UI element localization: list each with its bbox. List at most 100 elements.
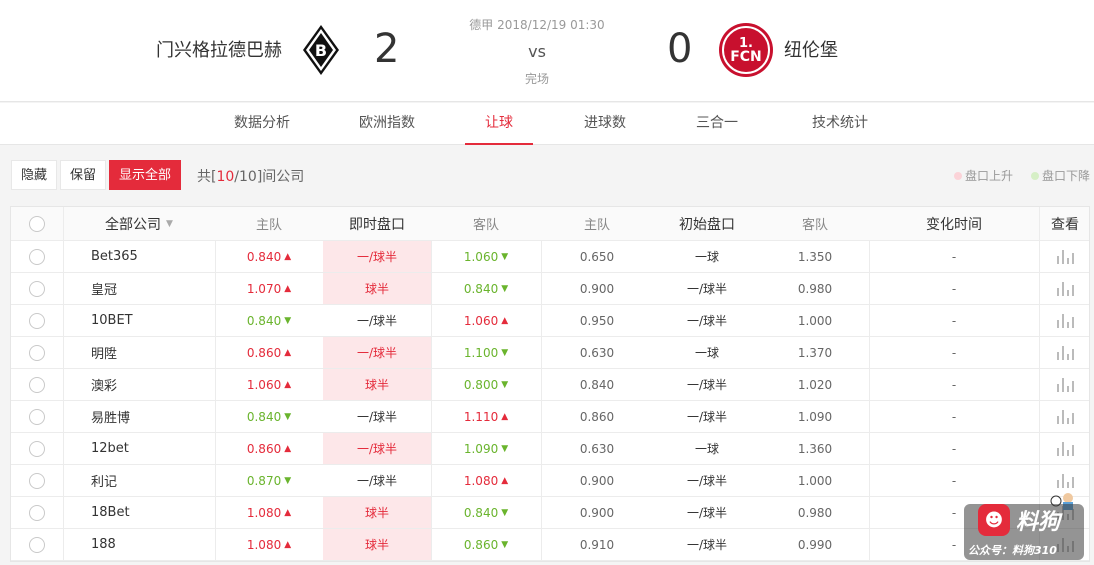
row-select-radio[interactable] xyxy=(29,408,45,425)
row-select-cell[interactable] xyxy=(11,497,63,528)
row-select-cell[interactable] xyxy=(11,401,63,432)
row-select-radio[interactable] xyxy=(29,472,45,489)
company-filter[interactable]: 全部公司 ▼ xyxy=(63,207,215,240)
hide-button[interactable]: 隐藏 xyxy=(11,160,58,190)
row-select-radio[interactable] xyxy=(29,376,45,393)
table-row[interactable]: 10BET 0.840 ▼ 一/球半 1.060 ▲ 0.950 一/球半 1.000 - xyxy=(11,305,1089,337)
live-home-value: 0.840 xyxy=(246,409,282,424)
live-home-value: 0.860 xyxy=(246,441,282,456)
home-team-logo[interactable]: B xyxy=(302,24,340,76)
row-select-radio[interactable] xyxy=(29,440,45,457)
bar-chart-icon[interactable] xyxy=(1056,441,1074,456)
arrow-down-icon: ▼ xyxy=(501,347,509,358)
view-chart-button[interactable] xyxy=(1039,305,1091,336)
table-row[interactable]: 澳彩 1.060 ▲ 球半 0.800 ▼ 0.840 一/球半 1.020 - xyxy=(11,369,1089,401)
company-name[interactable]: 12bet xyxy=(63,433,215,464)
row-select-radio[interactable] xyxy=(29,280,45,297)
row-select-cell[interactable] xyxy=(11,433,63,464)
row-select-radio[interactable] xyxy=(29,312,45,329)
tab-analysis[interactable]: 数据分析 xyxy=(222,103,302,145)
tab-handicap[interactable]: 让球 xyxy=(465,103,533,145)
init-home-value: 0.630 xyxy=(579,441,615,456)
arrow-down-icon: ▼ xyxy=(284,411,292,422)
column-divider xyxy=(1039,305,1040,336)
live-home-odds: 0.860 ▲ xyxy=(215,433,323,464)
view-chart-button[interactable] xyxy=(1039,433,1091,464)
live-home-odds: 0.860 ▲ xyxy=(215,337,323,368)
bar-chart-icon[interactable] xyxy=(1056,249,1074,264)
column-divider xyxy=(541,401,542,432)
select-all-cell[interactable] xyxy=(11,207,63,240)
company-name[interactable]: 利记 xyxy=(63,465,215,496)
company-name[interactable]: 明陞 xyxy=(63,337,215,368)
view-chart-button[interactable] xyxy=(1039,369,1091,400)
row-select-cell[interactable] xyxy=(11,337,63,368)
watermark: ☻ 料狗 公众号：料狗310 xyxy=(960,492,1094,565)
bar-chart-icon[interactable] xyxy=(1056,409,1074,424)
table-row[interactable]: 18Bet 1.080 ▲ 球半 0.840 ▼ 0.900 一/球半 0.980 - xyxy=(11,497,1089,529)
view-chart-button[interactable] xyxy=(1039,337,1091,368)
tab-three-in-one[interactable]: 三合一 xyxy=(684,103,750,145)
company-name[interactable]: 10BET xyxy=(63,305,215,336)
view-chart-button[interactable] xyxy=(1039,273,1091,304)
away-team-name[interactable]: 纽伦堡 xyxy=(784,36,838,62)
arrow-down-icon: ▼ xyxy=(284,475,292,486)
change-time-value: - xyxy=(951,313,957,328)
row-select-cell[interactable] xyxy=(11,465,63,496)
live-away-value: 1.060 xyxy=(463,313,499,328)
init-line-value: 一/球半 xyxy=(686,410,728,424)
bar-chart-icon[interactable] xyxy=(1056,281,1074,296)
table-row[interactable]: 皇冠 1.070 ▲ 球半 0.840 ▼ 0.900 一/球半 0.980 - xyxy=(11,273,1089,305)
company-name[interactable]: Bet365 xyxy=(63,241,215,272)
show-all-button[interactable]: 显示全部 xyxy=(109,160,182,190)
watermark-title: 料狗 xyxy=(1016,510,1061,535)
row-select-cell[interactable] xyxy=(11,529,63,560)
row-select-radio[interactable] xyxy=(29,344,45,361)
live-line-value: 球半 xyxy=(364,282,389,296)
count-total: 10 xyxy=(239,169,257,185)
bar-chart-icon[interactable] xyxy=(1056,313,1074,328)
column-divider xyxy=(1039,241,1040,272)
column-divider xyxy=(63,497,64,528)
row-select-radio[interactable] xyxy=(29,248,45,265)
chevron-down-icon[interactable]: ▼ xyxy=(166,219,173,229)
arrow-down-icon: ▼ xyxy=(501,507,509,518)
init-away-value: 0.990 xyxy=(797,537,833,552)
view-chart-button[interactable] xyxy=(1039,401,1091,432)
row-select-cell[interactable] xyxy=(11,273,63,304)
company-name[interactable]: 18Bet xyxy=(63,497,215,528)
row-select-cell[interactable] xyxy=(11,241,63,272)
row-select-radio[interactable] xyxy=(29,504,45,521)
live-home-value: 0.860 xyxy=(246,345,282,360)
home-team-name[interactable]: 门兴格拉德巴赫 xyxy=(156,36,282,62)
row-select-cell[interactable] xyxy=(11,369,63,400)
view-chart-button[interactable] xyxy=(1039,241,1091,272)
keep-button[interactable]: 保留 xyxy=(60,160,107,190)
header-init-home: 主队 xyxy=(583,218,610,233)
table-row[interactable]: 188 1.080 ▲ 球半 0.860 ▼ 0.910 一/球半 0.990 - xyxy=(11,529,1089,561)
table-row[interactable]: 明陞 0.860 ▲ 一/球半 1.100 ▼ 0.630 一球 1.370 - xyxy=(11,337,1089,369)
bar-chart-icon[interactable] xyxy=(1056,377,1074,392)
row-select-radio[interactable] xyxy=(29,536,45,553)
tab-total-goals[interactable]: 进球数 xyxy=(572,103,638,145)
table-row[interactable]: 12bet 0.860 ▲ 一/球半 1.090 ▼ 0.630 一球 1.360 - xyxy=(11,433,1089,465)
away-team-logo[interactable]: 1. FCN xyxy=(718,22,774,78)
row-select-cell[interactable] xyxy=(11,305,63,336)
column-divider xyxy=(431,529,432,560)
company-name[interactable]: 易胜博 xyxy=(63,401,215,432)
bar-chart-icon[interactable] xyxy=(1056,473,1074,488)
tab-euro-odds[interactable]: 欧洲指数 xyxy=(346,103,428,145)
company-name[interactable]: 澳彩 xyxy=(63,369,215,400)
table-row[interactable]: 利记 0.870 ▼ 一/球半 1.080 ▲ 0.900 一/球半 1.000 - xyxy=(11,465,1089,497)
column-divider xyxy=(869,497,870,528)
select-all-radio[interactable] xyxy=(29,215,45,232)
company-name[interactable]: 188 xyxy=(63,529,215,560)
header-company[interactable]: 全部公司 xyxy=(105,214,161,234)
table-row[interactable]: Bet365 0.840 ▲ 一/球半 1.060 ▼ 0.650 一球 1.350 - xyxy=(11,241,1089,273)
column-divider xyxy=(431,305,432,336)
tab-tech-stats[interactable]: 技术统计 xyxy=(800,103,880,145)
live-line-value: 一/球半 xyxy=(356,346,398,360)
bar-chart-icon[interactable] xyxy=(1056,345,1074,360)
company-name[interactable]: 皇冠 xyxy=(63,273,215,304)
table-row[interactable]: 易胜博 0.840 ▼ 一/球半 1.110 ▲ 0.860 一/球半 1.090 - xyxy=(11,401,1089,433)
